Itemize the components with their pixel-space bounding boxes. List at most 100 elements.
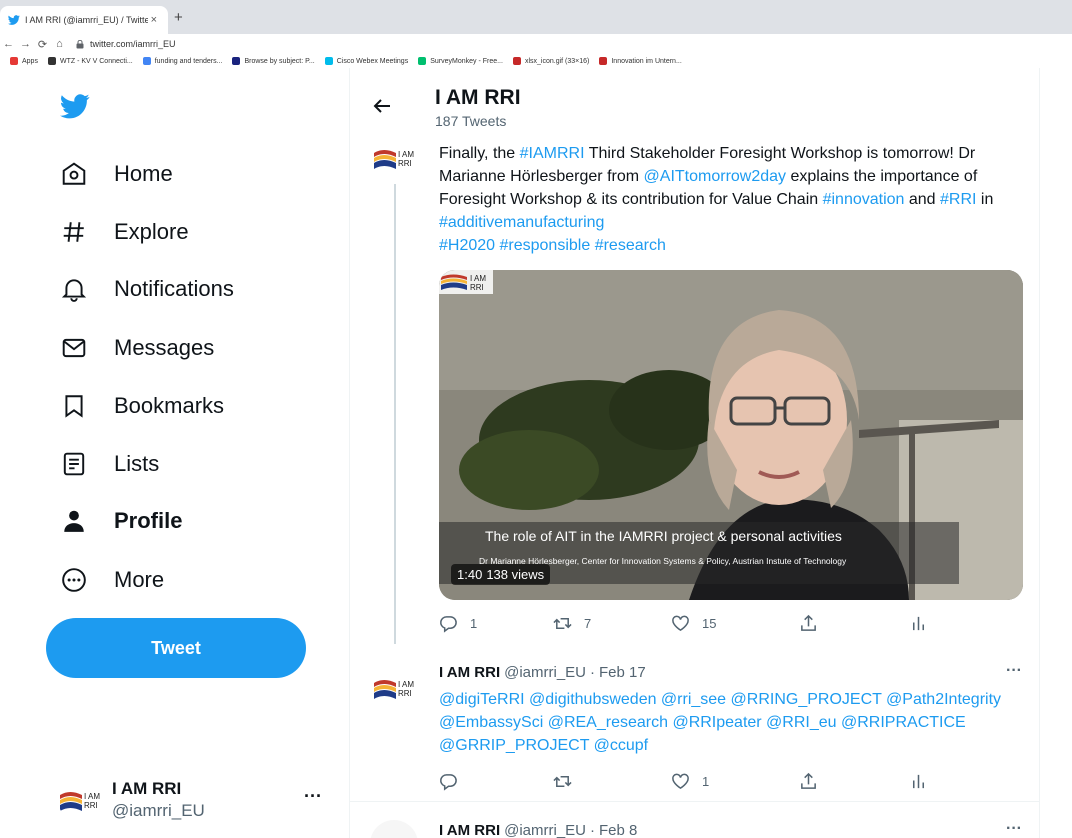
account-avatar: I AM RRI: [58, 778, 102, 822]
svg-text:RRI: RRI: [398, 159, 412, 168]
like-button[interactable]: 15: [671, 614, 716, 633]
twitter-favicon-icon: [8, 15, 20, 25]
tweet-link[interactable]: #H2020: [439, 237, 495, 254]
tweet-separator: ·: [590, 664, 596, 681]
bookmark-item[interactable]: Browse by subject: P...: [232, 57, 315, 65]
like-count: 1: [702, 774, 710, 789]
forward-nav-icon[interactable]: →: [17, 38, 34, 50]
bell-icon: [60, 275, 88, 303]
tweet-avatar[interactable]: [370, 820, 418, 838]
bookmark-item[interactable]: Cisco Webex Meetings: [324, 57, 408, 65]
share-icon: [801, 614, 816, 631]
tweet-link[interactable]: #additivemanufacturing: [439, 214, 604, 231]
nav-item-label: Home: [114, 161, 173, 186]
account-name: I AM RRI: [112, 779, 182, 798]
heart-icon: [672, 615, 689, 632]
tweet-button[interactable]: Tweet: [46, 618, 306, 678]
nav-item-bookmarks[interactable]: Bookmarks: [46, 382, 224, 430]
video-views: 138 views: [486, 567, 545, 582]
back-arrow-icon[interactable]: [372, 96, 392, 116]
new-tab-button[interactable]: +: [174, 9, 183, 26]
share-button[interactable]: [799, 772, 818, 791]
twitter-bird-icon[interactable]: [60, 94, 90, 119]
bookmark-item[interactable]: SurveyMonkey - Free...: [418, 57, 503, 65]
account-switcher[interactable]: I AM RRI I AM RRI @iamrri_EU ···: [58, 772, 332, 828]
tweet-text-segment: Finally, the: [439, 145, 520, 162]
tweet-link[interactable]: #responsible: [500, 237, 591, 254]
analytics-icon: [912, 616, 925, 631]
bookmark-label: xlsx_icon.gif (33×16): [524, 57, 590, 65]
person-icon: [60, 507, 88, 535]
tweet-link[interactable]: #RRI: [940, 191, 976, 208]
retweet-icon: [553, 617, 572, 630]
tweet-more-icon[interactable]: ···: [1006, 820, 1022, 838]
bookmark-icon: [418, 57, 427, 65]
retweet-button[interactable]: [553, 772, 572, 791]
tweet-count: 187 Tweets: [435, 113, 507, 129]
tweet-card[interactable]: I AM RRI I AM RRI @iamrri_EU · Feb 17 ··…: [350, 654, 1040, 802]
like-button[interactable]: 1: [671, 772, 709, 791]
video-caption: The role of AIT in the IAMRRI project & …: [485, 528, 842, 544]
share-button[interactable]: [799, 614, 818, 633]
home-nav-icon[interactable]: ⌂: [51, 38, 68, 50]
bookmark-icon: [47, 57, 56, 65]
envelope-icon: [60, 334, 88, 362]
tweet-avatar[interactable]: I AM RRI: [370, 134, 418, 182]
more-circle-icon: [60, 566, 88, 594]
bookmark-item[interactable]: xlsx_icon.gif (33×16): [512, 57, 590, 65]
tweet-link[interactable]: #IAMRRI: [520, 145, 585, 162]
bookmark-icon: [512, 57, 521, 65]
tweet-author-handle[interactable]: @iamrri_EU: [504, 664, 586, 681]
tweet-video[interactable]: The role of AIT in the IAMRRI project & …: [439, 270, 1023, 600]
analytics-icon: [912, 774, 925, 789]
reply-button[interactable]: 1: [439, 614, 477, 633]
hashtag-icon: [60, 218, 88, 246]
tweet-card[interactable]: I AM RRI Finally, the #IAMRRI Third Stak…: [350, 134, 1040, 644]
bookmark-item[interactable]: WTZ - KV V Connecti...: [47, 57, 133, 65]
reply-button[interactable]: [439, 772, 458, 791]
browser-tab[interactable]: I AM RRI (@iamrri_EU) / Twitter ×: [0, 6, 168, 34]
profile-name-title: I AM RRI: [435, 86, 521, 109]
video-logo-icon: I AM RRI: [439, 270, 493, 294]
nav-item-profile[interactable]: Profile: [46, 497, 182, 545]
nav-item-lists[interactable]: Lists: [46, 440, 159, 488]
tweet-date[interactable]: Feb 8: [599, 822, 637, 838]
nav-item-explore[interactable]: Explore: [46, 208, 189, 256]
tweet-link[interactable]: #research: [595, 237, 666, 254]
tweet-avatar[interactable]: I AM RRI: [370, 664, 418, 712]
tab-title: I AM RRI (@iamrri_EU) / Twitter: [25, 15, 148, 25]
svg-text:I AM: I AM: [398, 680, 414, 689]
tweet-date[interactable]: Feb 17: [599, 664, 646, 681]
tweet-card[interactable]: I AM RRI @iamrri_EU · Feb 8 ···: [350, 820, 1040, 838]
bookmark-item[interactable]: Apps: [10, 57, 38, 65]
nav-item-more[interactable]: More: [46, 556, 164, 604]
nav-item-notifications[interactable]: Notifications: [46, 265, 234, 313]
reload-icon[interactable]: ⟳: [34, 38, 51, 51]
bookmark-item[interactable]: Innovation im Untern...: [599, 57, 682, 65]
tweet-text-segment: and: [904, 191, 941, 208]
analytics-button[interactable]: [909, 614, 928, 633]
tweet-actions: 1 7 15: [439, 614, 1019, 634]
address-bar: ← → ⟳ ⌂ twitter.com/iamrri_EU: [0, 34, 1072, 54]
sidebar: Home Explore Notifications Messages Bookmark…: [0, 68, 349, 838]
main-timeline: I AM RRI 187 Tweets I AM RRI Finally, th…: [349, 68, 1040, 838]
tweet-link[interactable]: @AITtomorrow2day: [644, 168, 787, 185]
analytics-button[interactable]: [909, 772, 928, 791]
nav-item-home[interactable]: Home: [46, 150, 173, 198]
retweet-button[interactable]: 7: [553, 614, 591, 633]
share-icon: [801, 772, 816, 789]
retweet-icon: [553, 775, 572, 788]
tweet-link[interactable]: #innovation: [823, 191, 905, 208]
url-field[interactable]: twitter.com/iamrri_EU: [76, 39, 176, 49]
nav-item-label: Explore: [114, 219, 189, 244]
heart-icon: [672, 773, 689, 790]
back-nav-icon[interactable]: ←: [0, 38, 17, 50]
tweet-author-name[interactable]: I AM RRI: [439, 664, 500, 681]
nav-item-messages[interactable]: Messages: [46, 324, 214, 372]
tweet-author-handle[interactable]: @iamrri_EU: [504, 822, 586, 838]
tab-close-button[interactable]: ×: [148, 14, 160, 26]
tweet-author-name[interactable]: I AM RRI: [439, 822, 500, 838]
bookmark-item[interactable]: funding and tenders...: [142, 57, 222, 65]
tweet-more-icon[interactable]: ···: [1006, 662, 1022, 680]
account-more-icon[interactable]: ···: [304, 786, 322, 807]
